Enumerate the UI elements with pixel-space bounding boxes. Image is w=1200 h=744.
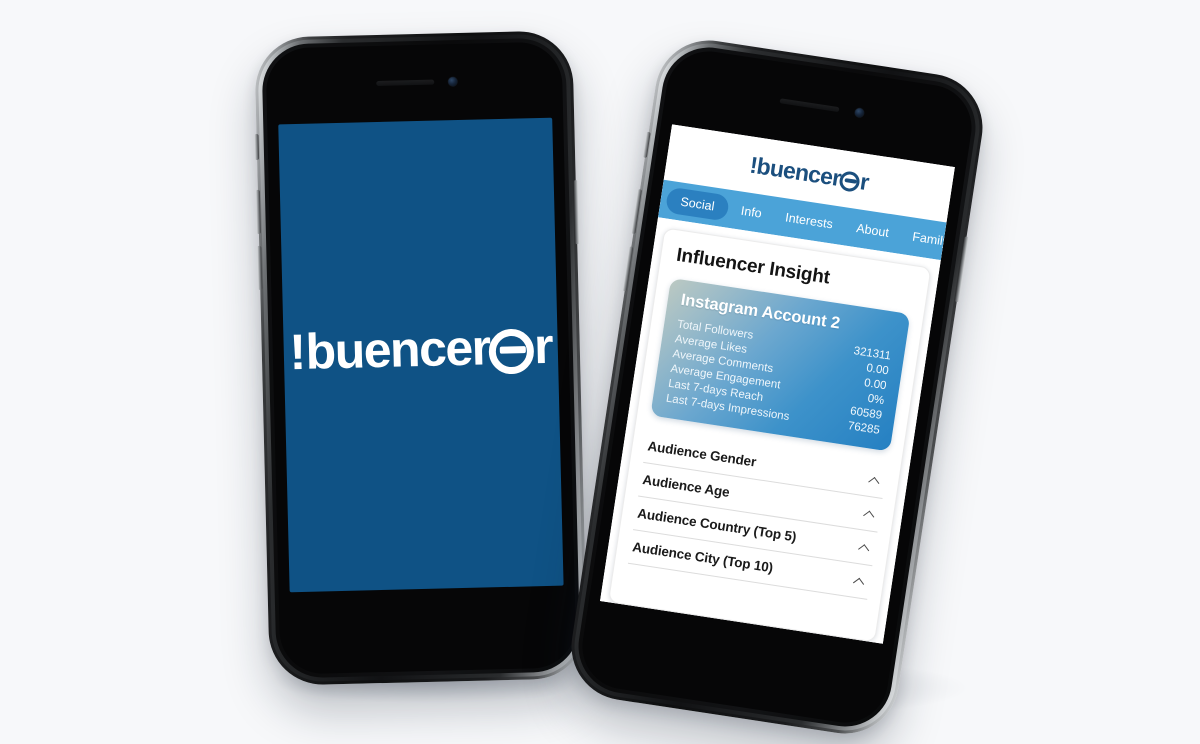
- accordion-label: Audience Age: [641, 472, 731, 500]
- metric-value: 76285: [847, 419, 881, 437]
- mockup-stage: ! buencer r ! buencer r Social Info Inte…: [0, 0, 1200, 744]
- logo-exclamation: !: [288, 323, 306, 381]
- splash-screen: ! buencer r: [278, 117, 564, 593]
- app-root: ! buencer r Social Info Interests About Fa…: [600, 124, 955, 644]
- insight-panel: Influencer Insight Instagram Account 2 T…: [607, 227, 932, 643]
- front-camera-icon: [448, 77, 458, 87]
- audience-accordion-list: Audience Gender Audience Age Audience Co…: [627, 429, 888, 600]
- logo-wordmark: buencer: [304, 319, 491, 380]
- logo-ring-icon-small: [838, 170, 862, 194]
- tab-social[interactable]: Social: [664, 186, 731, 222]
- tab-family[interactable]: Family: [900, 222, 955, 257]
- earpiece-speaker-icon: [376, 79, 435, 87]
- logo-wordmark-small-tail: r: [858, 167, 871, 195]
- chevron-up-icon[interactable]: [868, 473, 882, 487]
- tab-interests[interactable]: Interests: [773, 203, 846, 239]
- mute-switch-left[interactable]: [254, 133, 260, 160]
- tab-about[interactable]: About: [844, 214, 902, 248]
- phone-device-app: ! buencer r Social Info Interests About Fa…: [564, 33, 990, 741]
- tab-info[interactable]: Info: [728, 196, 774, 228]
- logo-wordmark-small: buencer: [755, 152, 843, 191]
- chevron-up-icon[interactable]: [853, 574, 867, 588]
- app-content: Influencer Insight Instagram Account 2 T…: [600, 217, 941, 644]
- power-button-left[interactable]: [573, 180, 580, 245]
- phone-glass-right: ! buencer r Social Info Interests About Fa…: [576, 45, 978, 729]
- phone-glass-left: ! buencer r: [265, 41, 577, 675]
- app-screen: ! buencer r Social Info Interests About Fa…: [600, 124, 955, 644]
- phone-device-splash: ! buencer r: [254, 30, 588, 686]
- instagram-insight-card: Instagram Account 2 Total Followers 3213…: [650, 277, 911, 452]
- front-camera-icon-right: [854, 107, 865, 118]
- earpiece-speaker-icon-right: [779, 98, 840, 113]
- logo-ring-icon: [488, 328, 535, 375]
- chevron-up-icon[interactable]: [863, 507, 877, 521]
- logo-wordmark-tail: r: [533, 317, 553, 375]
- app-logo-small: ! buencer r: [748, 151, 871, 196]
- chevron-up-icon[interactable]: [858, 541, 872, 555]
- app-logo-large: ! buencer r: [289, 317, 553, 381]
